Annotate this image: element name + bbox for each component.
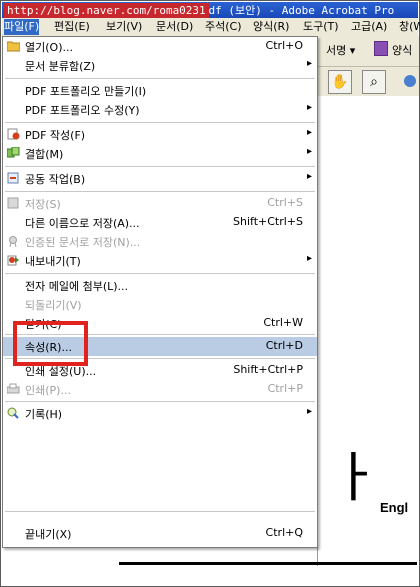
zoom-out-icon[interactable]	[404, 75, 416, 87]
menu-item-save-certified[interactable]: 인증된 문서로 저장(N)...	[3, 232, 317, 251]
menu-item-revert[interactable]: 되돌리기(V)	[3, 295, 317, 314]
menu-item-export[interactable]: 내보내기(T) ▸	[3, 251, 317, 270]
menu-item-label: 되돌리기(V)	[25, 299, 82, 312]
menu-item-organizer[interactable]: 문서 분류함(Z) ▸	[3, 56, 317, 75]
menu-document[interactable]: 문서(D)	[156, 19, 193, 35]
menu-item-label: PDF 작성(F)	[25, 129, 86, 142]
document-page: ㅏ Engl	[317, 96, 419, 566]
menu-separator	[5, 166, 315, 167]
menu-item-shortcut: Ctrl+S	[267, 196, 303, 209]
print-icon	[7, 383, 20, 394]
menu-item-label: 공동 작업(B)	[25, 173, 86, 186]
menu-separator	[5, 191, 315, 192]
menu-separator	[5, 122, 315, 123]
menu-item-shortcut: Ctrl+P	[267, 382, 303, 395]
history-icon	[7, 407, 19, 419]
menu-comments[interactable]: 주석(C)	[205, 19, 242, 35]
menu-item-save-as[interactable]: 다른 이름으로 저장(A)... Shift+Ctrl+S	[3, 213, 317, 232]
document-glyph: ㅏ	[330, 446, 380, 509]
menu-view[interactable]: 보기(V)	[106, 19, 142, 35]
menu-item-label: PDF 포트폴리오 수정(Y)	[25, 104, 140, 117]
menu-item-label: 다른 이름으로 저장(A)...	[25, 217, 140, 230]
page-bottom-line	[119, 562, 417, 565]
submenu-arrow-icon: ▸	[306, 171, 312, 182]
document-text: Engl	[380, 500, 409, 515]
submenu-arrow-icon: ▸	[306, 58, 312, 69]
menu-item-shortcut: Ctrl+D	[265, 339, 303, 352]
form-icon	[374, 41, 388, 56]
menu-item-label: 기록(H)	[25, 408, 63, 421]
menu-advanced[interactable]: 고급(A)	[351, 19, 387, 35]
combine-icon	[7, 147, 20, 158]
submenu-arrow-icon: ▸	[306, 102, 312, 113]
blog-watermark: http://blog.naver.com/roma0231	[4, 3, 209, 18]
collaborate-icon	[7, 172, 19, 184]
menu-item-shortcut: Ctrl+W	[263, 316, 303, 329]
hand-tool-icon[interactable]: ✋	[328, 70, 352, 94]
menu-item-label: 결합(M)	[25, 148, 64, 161]
file-menu: 열기(O)... Ctrl+O 문서 분류함(Z) ▸ PDF 포트폴리오 만들…	[2, 36, 318, 548]
menu-separator	[5, 78, 315, 79]
menu-item-email[interactable]: 전자 메일에 첨부(L)...	[3, 276, 317, 295]
forms-button[interactable]: 양식	[392, 42, 412, 58]
menu-item-edit-portfolio[interactable]: PDF 포트폴리오 수정(Y) ▸	[3, 100, 317, 119]
menu-item-shortcut: Shift+Ctrl+S	[233, 215, 303, 228]
menu-edit[interactable]: 편집(E)	[54, 19, 90, 35]
menu-item-shortcut: Ctrl+Q	[265, 526, 303, 539]
menu-separator	[5, 273, 315, 274]
menu-tools[interactable]: 도구(T)	[303, 19, 339, 35]
sign-button[interactable]: 서명 ▾	[326, 42, 355, 58]
menu-item-combine[interactable]: 결합(M) ▸	[3, 144, 317, 163]
menu-bar: 파일(F) 편집(E) 보기(V) 문서(D) 주석(C) 양식(R) 도구(T…	[2, 18, 420, 37]
toolbar-row: ✋ ⌕	[318, 66, 419, 95]
menu-item-open[interactable]: 열기(O)... Ctrl+O	[3, 37, 317, 56]
menu-item-exit[interactable]: 끝내기(X) Ctrl+Q	[3, 524, 317, 543]
submenu-arrow-icon: ▸	[306, 127, 312, 138]
menu-forms[interactable]: 양식(R)	[253, 19, 289, 35]
menu-item-print[interactable]: 인쇄(P)... Ctrl+P	[3, 380, 317, 399]
window-title: me.pdf (보안) - Adobe Acrobat Pro	[182, 4, 395, 17]
menu-item-save[interactable]: 저장(S) Ctrl+S	[3, 194, 317, 213]
menu-separator	[5, 511, 315, 512]
menu-item-label: 열기(O)...	[25, 41, 73, 54]
menu-file[interactable]: 파일(F)	[4, 19, 40, 35]
save-icon	[7, 197, 19, 209]
menu-item-label: 인쇄(P)...	[25, 384, 71, 397]
certify-icon	[9, 236, 17, 247]
zoom-tool-icon[interactable]: ⌕	[362, 70, 386, 94]
menu-item-label: 내보내기(T)	[25, 255, 81, 268]
title-bar: me.pdf (보안) - Adobe Acrobat Pro http://b…	[2, 2, 418, 18]
app-window: me.pdf (보안) - Adobe Acrobat Pro http://b…	[0, 0, 420, 587]
menu-item-label: 인증된 문서로 저장(N)...	[25, 236, 141, 249]
menu-item-create-portfolio[interactable]: PDF 포트폴리오 만들기(I)	[3, 81, 317, 100]
menu-separator	[5, 401, 315, 402]
folder-icon	[7, 41, 20, 52]
menu-item-label: 저장(S)	[25, 198, 61, 211]
submenu-arrow-icon: ▸	[306, 253, 312, 264]
menu-window[interactable]: 창(W)	[399, 19, 420, 35]
menu-item-create-pdf[interactable]: PDF 작성(F) ▸	[3, 125, 317, 144]
menu-item-collaborate[interactable]: 공동 작업(B) ▸	[3, 169, 317, 188]
menu-item-label: 문서 분류함(Z)	[25, 60, 96, 73]
export-icon	[7, 255, 19, 266]
menu-item-history[interactable]: 기록(H) ▸	[3, 404, 317, 423]
submenu-arrow-icon: ▸	[306, 146, 312, 157]
menu-item-shortcut: Shift+Ctrl+P	[233, 363, 303, 376]
pdf-create-icon	[7, 128, 20, 140]
menu-item-shortcut: Ctrl+O	[265, 39, 303, 52]
toolbar: 서명 ▾ 양식 ✋ ⌕	[317, 36, 419, 96]
highlight-annotation-box	[13, 321, 88, 366]
menu-item-label: PDF 포트폴리오 만들기(I)	[25, 85, 147, 98]
menu-item-label: 전자 메일에 첨부(L)...	[25, 280, 129, 293]
menu-item-label: 끝내기(X)	[25, 528, 72, 541]
submenu-arrow-icon: ▸	[306, 406, 312, 417]
